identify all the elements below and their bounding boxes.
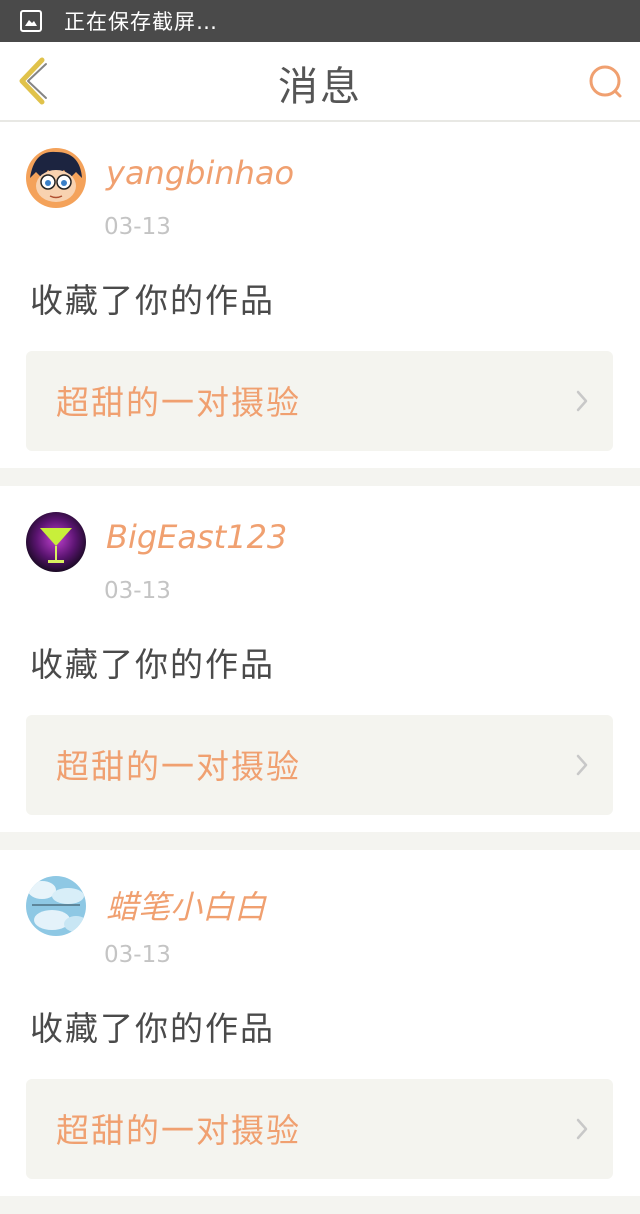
work-link[interactable]: 超甜的一对摄验 (26, 351, 613, 451)
search-button[interactable] (586, 62, 626, 102)
action-text: 收藏了你的作品 (30, 645, 275, 684)
page-title: 消息 (278, 64, 362, 110)
username[interactable]: BigEast123 (106, 518, 287, 556)
chevron-right-icon (576, 1118, 588, 1140)
username[interactable]: 蜡笔小白白 (106, 882, 266, 928)
avatar[interactable] (26, 876, 86, 936)
avatar[interactable] (26, 148, 86, 208)
status-text: 正在保存截屏… (64, 10, 218, 34)
chevron-right-icon (576, 390, 588, 412)
chevron-right-icon (576, 754, 588, 776)
work-title: 超甜的一对摄验 (56, 747, 301, 786)
message-card: yangbinhao 03-13 收藏了你的作品 超甜的一对摄验 (0, 122, 640, 468)
work-title: 超甜的一对摄验 (56, 1111, 301, 1150)
work-title: 超甜的一对摄验 (56, 383, 301, 422)
work-link[interactable]: 超甜的一对摄验 (26, 715, 613, 815)
status-bar: 正在保存截屏… (0, 0, 640, 42)
search-icon (589, 65, 622, 98)
message-card: BigEast123 03-13 收藏了你的作品 超甜的一对摄验 (0, 486, 640, 832)
timestamp: 03-13 (104, 942, 171, 968)
message-card: 蜡笔小白白 03-13 收藏了你的作品 超甜的一对摄验 (0, 850, 640, 1196)
timestamp: 03-13 (104, 578, 171, 604)
header: 消息 (0, 42, 640, 122)
avatar[interactable] (26, 512, 86, 572)
username[interactable]: yangbinhao (106, 154, 294, 192)
action-text: 收藏了你的作品 (30, 1009, 275, 1048)
message-list: yangbinhao 03-13 收藏了你的作品 超甜的一对摄验 BigEast… (0, 122, 640, 1214)
action-text: 收藏了你的作品 (30, 281, 275, 320)
work-link[interactable]: 超甜的一对摄验 (26, 1079, 613, 1179)
timestamp: 03-13 (104, 214, 171, 240)
image-icon (20, 10, 42, 32)
